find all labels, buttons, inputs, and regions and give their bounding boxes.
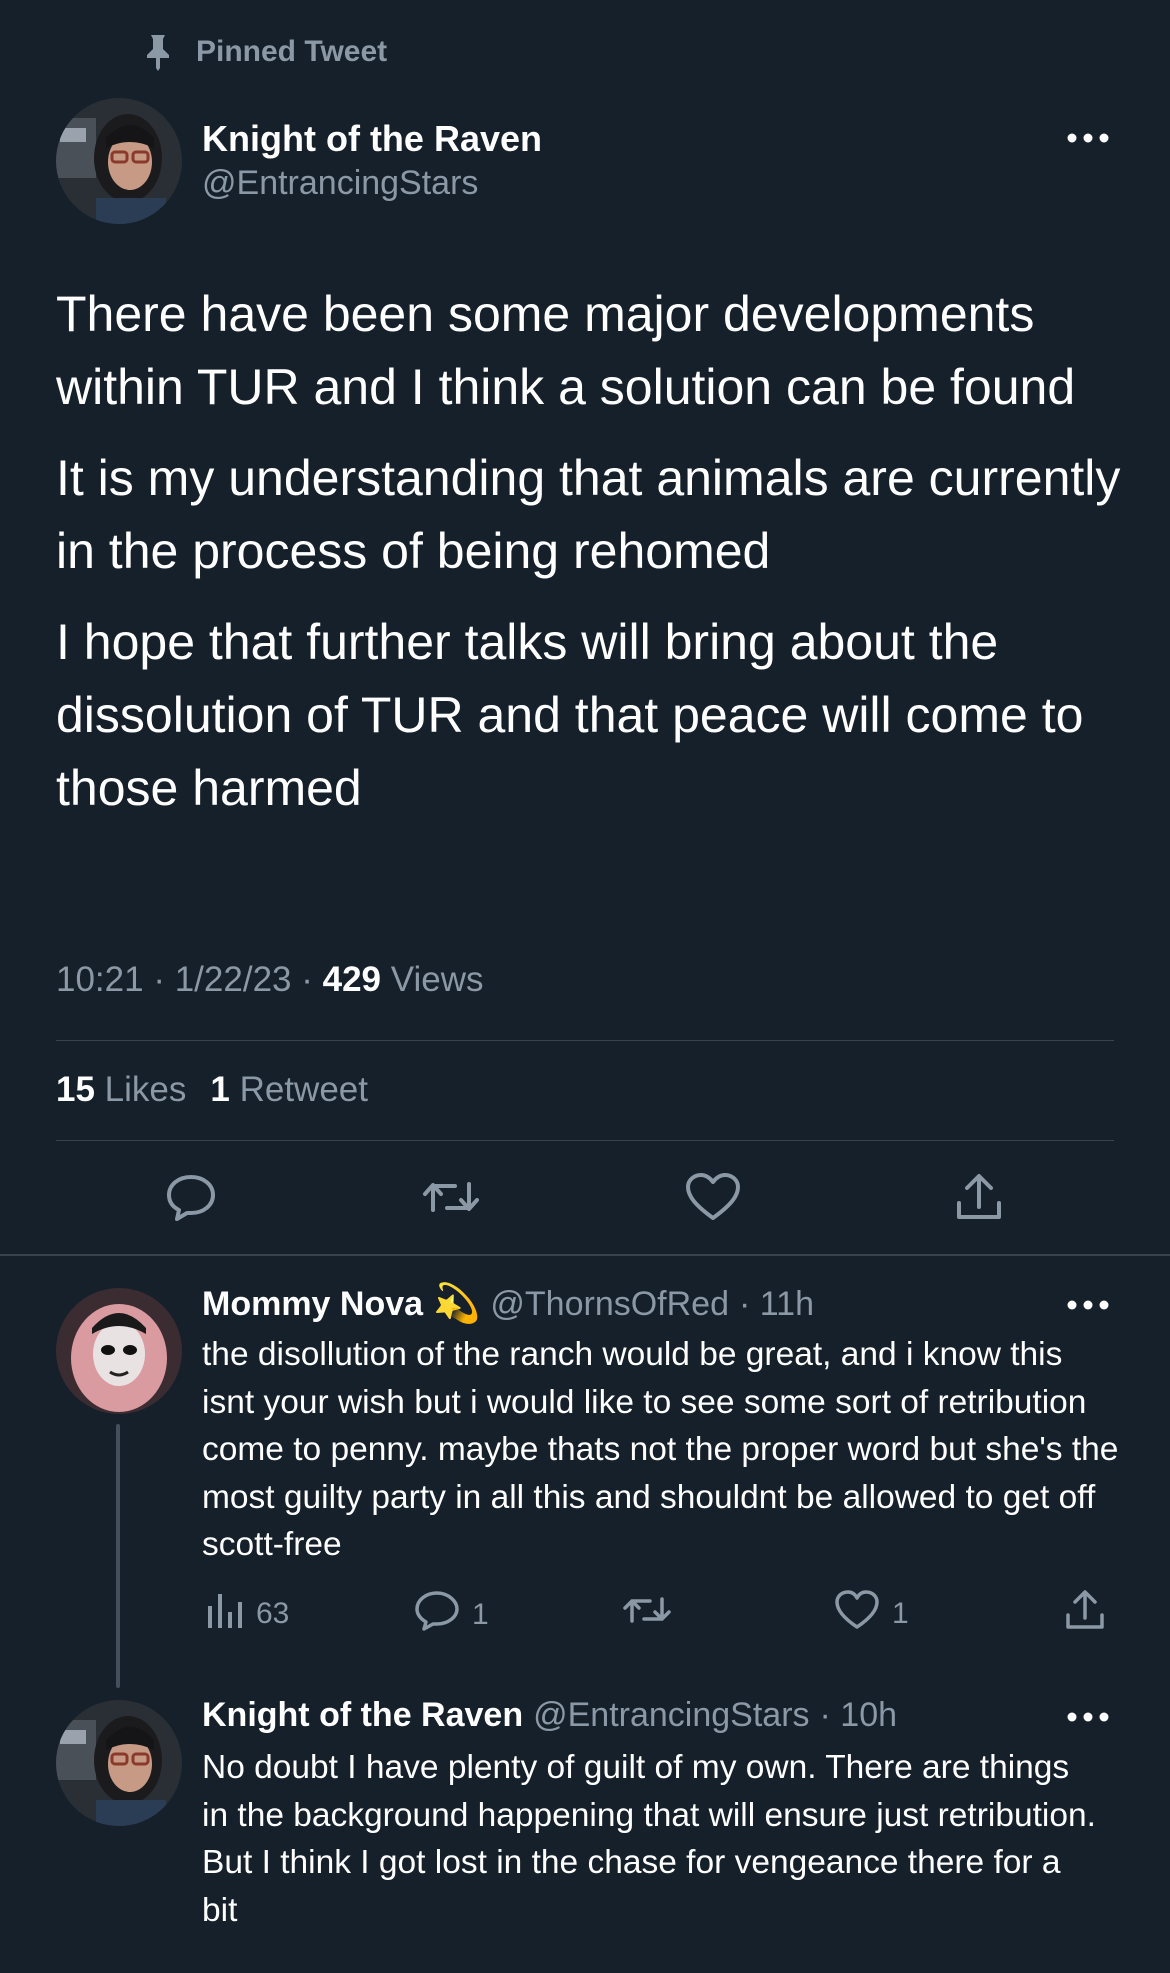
heart-icon (685, 1172, 741, 1227)
more-icon[interactable] (1058, 123, 1118, 153)
reply-time[interactable]: · 10h (820, 1696, 898, 1735)
retweet-icon (421, 1172, 481, 1227)
like-button[interactable] (678, 1164, 748, 1234)
reply-header: Mommy Nova 💫 @ThornsOfRed · 11h (202, 1282, 814, 1326)
reply-text: No doubt I have plenty of guilt of my ow… (202, 1749, 1096, 1929)
views-label: Views (390, 960, 484, 999)
retweet-button[interactable] (622, 1590, 672, 1638)
reply-author-handle[interactable]: @ThornsOfRed (490, 1285, 729, 1324)
more-icon[interactable] (1058, 1290, 1118, 1320)
retweets-label: Retweet (239, 1070, 368, 1109)
reply-button[interactable] (156, 1164, 226, 1234)
pin-icon (140, 32, 176, 72)
views-icon (206, 1590, 244, 1638)
tweet-date[interactable]: 1/22/23 (175, 960, 292, 999)
author-handle[interactable]: @EntrancingStars (202, 164, 478, 203)
retweets-count: 1 (210, 1070, 230, 1109)
likes-label: Likes (104, 1070, 187, 1109)
avatar[interactable] (56, 98, 182, 224)
engagement-stats: 15 Likes 1 Retweet (56, 1070, 368, 1110)
views-count: 429 (322, 960, 382, 999)
share-button[interactable] (944, 1164, 1014, 1234)
tweet-paragraph: There have been some major developments … (56, 286, 1076, 415)
reply-count: 1 (472, 1598, 489, 1631)
like-button[interactable]: 1 (834, 1590, 909, 1638)
like-count: 1 (892, 1597, 909, 1630)
section-divider (0, 1254, 1170, 1256)
reply-icon (414, 1590, 460, 1640)
tweet-paragraph: It is my understanding that animals are … (56, 450, 1121, 579)
author-name[interactable]: Knight of the Raven (202, 118, 542, 160)
avatar[interactable] (56, 1700, 182, 1826)
share-icon (954, 1171, 1004, 1228)
share-icon (1064, 1588, 1106, 1640)
retweet-button[interactable] (416, 1164, 486, 1234)
share-button[interactable] (1064, 1588, 1106, 1640)
reply-icon (164, 1170, 218, 1229)
views-count: 63 (256, 1597, 290, 1630)
retweet-icon (622, 1590, 672, 1638)
views-stat[interactable]: 63 (206, 1590, 289, 1638)
tweet-meta: 10:21 · 1/22/23 · 429 Views (56, 960, 484, 999)
tweet-paragraph: I hope that further talks will bring abo… (56, 614, 1084, 816)
tweet-text: There have been some major developments … (56, 278, 1126, 843)
reply-author-name[interactable]: Mommy Nova (202, 1285, 423, 1324)
tweet-time[interactable]: 10:21 (56, 960, 144, 999)
divider (56, 1040, 1114, 1041)
reply-button[interactable]: 1 (414, 1590, 489, 1640)
reply-author-name[interactable]: Knight of the Raven (202, 1696, 523, 1735)
reply-text: the disollution of the ranch would be gr… (202, 1336, 1119, 1563)
reply-header: Knight of the Raven @EntrancingStars · 1… (202, 1696, 897, 1735)
divider (56, 1140, 1114, 1141)
heart-icon (834, 1590, 880, 1638)
sparkle-emoji: 💫 (433, 1283, 481, 1325)
likes-count: 15 (56, 1070, 95, 1109)
retweets-stat[interactable]: 1 Retweet (210, 1070, 368, 1110)
pinned-label: Pinned Tweet (196, 35, 388, 68)
reply-author-handle[interactable]: @EntrancingStars (533, 1696, 809, 1735)
likes-stat[interactable]: 15 Likes (56, 1070, 186, 1110)
pinned-tweet-indicator: Pinned Tweet (140, 30, 387, 74)
reply-time[interactable]: · 11h (739, 1285, 814, 1324)
more-icon[interactable] (1058, 1702, 1118, 1732)
avatar[interactable] (56, 1288, 182, 1414)
thread-line (116, 1424, 120, 1688)
